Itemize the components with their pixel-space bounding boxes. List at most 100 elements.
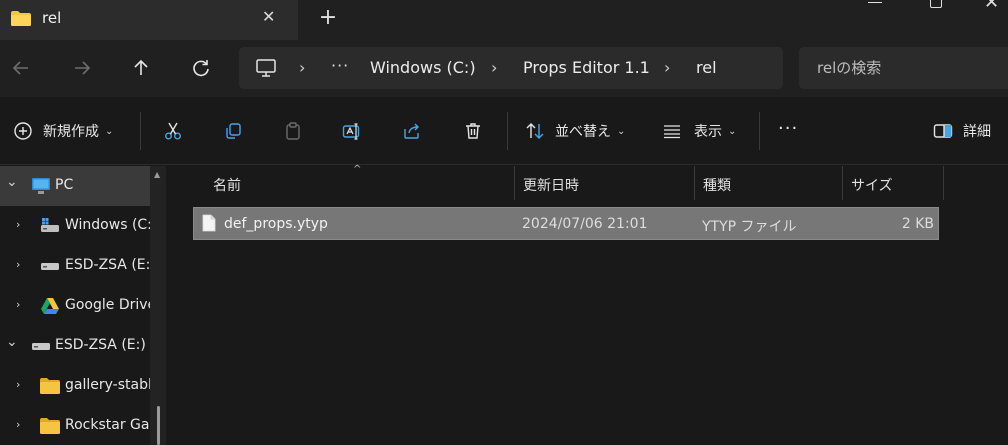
command-bar: 新規作成 ⌄ 並べ替え ⌄ 表示 ⌄ ··· 詳細 (0, 97, 1008, 165)
refresh-button[interactable] (186, 53, 216, 83)
sidebar-item-label: ESD-ZSA (E:) (65, 257, 150, 273)
chevron-right-icon[interactable]: › (16, 258, 20, 271)
scrollbar-thumb[interactable] (157, 406, 160, 445)
folder-icon (40, 418, 60, 434)
breadcrumb-props-editor[interactable]: Props Editor 1.1 (523, 58, 650, 77)
chevron-right-icon[interactable]: › (16, 378, 20, 391)
new-tab-button[interactable]: + (316, 5, 340, 30)
sidebar-item-rockstar-games[interactable]: › Rockstar Games (0, 406, 150, 445)
up-button[interactable] (126, 53, 156, 83)
sidebar-item-label: ESD-ZSA (E:) (55, 337, 146, 353)
navigation-bar: › ··· Windows (C:) › Props Editor 1.1 › … (0, 40, 1008, 97)
share-icon (404, 123, 419, 139)
search-input[interactable] (817, 58, 997, 78)
divider (507, 112, 508, 150)
column-header-name[interactable]: 名前 (186, 166, 514, 200)
copy-button[interactable] (223, 119, 243, 143)
arrow-left-icon (12, 61, 28, 75)
arrow-up-icon (134, 59, 148, 75)
file-icon (202, 214, 216, 232)
drive-icon (41, 263, 59, 270)
refresh-icon (193, 60, 209, 77)
folder-icon (11, 11, 31, 26)
breadcrumb-overflow-button[interactable]: ··· (331, 56, 349, 75)
folder-icon (40, 378, 60, 394)
file-name: def_props.ytyp (224, 216, 328, 232)
scissors-icon (165, 122, 181, 140)
divider (759, 112, 760, 150)
breadcrumb-windows-c[interactable]: Windows (C:) (370, 58, 476, 77)
column-header-modified[interactable]: 更新日時 (515, 166, 694, 200)
list-view-icon (664, 125, 680, 139)
file-modified: 2024/07/06 21:01 (522, 216, 648, 232)
file-list: ^ 名前 更新日時 種類 サイズ def_props.ytyp 2024/07/… (166, 164, 1008, 445)
new-label: 新規作成 (43, 124, 99, 140)
paste-button[interactable] (283, 119, 303, 143)
scroll-up-icon[interactable]: ▲ (154, 170, 160, 179)
sort-icon (526, 123, 544, 139)
sidebar-item-gallery-stable[interactable]: › gallery-stable (0, 366, 150, 406)
delete-button[interactable] (463, 119, 483, 143)
file-size: 2 KB (901, 216, 934, 232)
divider (140, 112, 141, 150)
forward-button[interactable] (67, 53, 97, 83)
rename-icon (342, 123, 360, 140)
tab-title: rel (42, 9, 62, 27)
column-header-size[interactable]: サイズ (843, 166, 943, 200)
column-header-type[interactable]: 種類 (695, 166, 842, 200)
file-type: YTYP ファイル (702, 219, 797, 235)
sidebar-item-label: gallery-stable (65, 377, 150, 393)
arrow-right-icon (75, 61, 91, 75)
close-tab-icon[interactable]: ✕ (262, 7, 275, 26)
navigation-pane: ⌄ PC › Windows (C:) › ESD-ZSA (E:) › Goo… (0, 166, 150, 445)
details-label: 詳細 (963, 124, 991, 140)
collapse-icon[interactable]: ⌄ (6, 334, 18, 350)
rename-button[interactable] (342, 119, 362, 143)
sidebar-item-label: PC (55, 177, 74, 193)
sort-label: 並べ替え (555, 124, 611, 140)
monitor-icon (256, 59, 276, 77)
new-button[interactable]: 新規作成 ⌄ (13, 119, 113, 143)
chevron-right-icon[interactable]: › (16, 298, 20, 311)
breadcrumb-separator[interactable]: › (664, 58, 670, 77)
breadcrumb-rel[interactable]: rel (696, 58, 717, 77)
sort-button[interactable]: 並べ替え ⌄ (525, 119, 625, 143)
column-modified-label: 更新日時 (523, 178, 579, 194)
view-label: 表示 (694, 124, 722, 140)
cut-button[interactable] (163, 119, 183, 143)
maximize-button[interactable] (930, 0, 942, 8)
column-size-label: サイズ (851, 178, 893, 194)
sidebar-item-windows-c[interactable]: › Windows (C:) (0, 206, 150, 246)
drive-icon (32, 343, 50, 350)
sidebar-item-esd-zsa-e-root[interactable]: ⌄ ESD-ZSA (E:) (0, 326, 150, 366)
close-window-button[interactable]: ✕ (984, 0, 999, 13)
sidebar-item-esd-zsa-e[interactable]: › ESD-ZSA (E:) (0, 246, 150, 286)
chevron-right-icon[interactable]: › (16, 418, 20, 431)
minimize-button[interactable] (868, 2, 882, 3)
view-button[interactable]: 表示 ⌄ (662, 119, 736, 143)
table-row[interactable]: def_props.ytyp 2024/07/06 21:01 YTYP ファイ… (193, 207, 939, 240)
more-options-button[interactable]: ··· (778, 116, 798, 140)
system-drive-icon (41, 218, 59, 232)
address-bar[interactable]: › ··· Windows (C:) › Props Editor 1.1 › … (239, 47, 783, 89)
tab-rel[interactable]: rel ✕ (0, 0, 298, 40)
breadcrumb-separator[interactable]: › (491, 58, 497, 77)
sidebar-scrollbar[interactable]: ▲ (150, 166, 166, 445)
share-button[interactable] (402, 119, 422, 143)
monitor-icon (32, 178, 50, 194)
back-button[interactable] (6, 53, 36, 83)
search-box[interactable] (799, 47, 1008, 89)
title-bar: rel ✕ + ✕ (0, 0, 1008, 40)
details-pane-icon (933, 124, 953, 138)
trash-icon (466, 123, 480, 139)
sidebar-item-google-drive[interactable]: › Google Drive (0, 286, 150, 326)
breadcrumb-separator[interactable]: › (299, 58, 305, 77)
clipboard-icon (286, 122, 300, 140)
collapse-icon[interactable]: ⌄ (6, 174, 18, 190)
chevron-right-icon[interactable]: › (16, 218, 20, 231)
details-pane-button[interactable]: 詳細 (933, 119, 991, 143)
sidebar-item-pc[interactable]: ⌄ PC (0, 166, 150, 206)
chevron-down-icon: ⌄ (617, 125, 626, 137)
sidebar-item-label: Rockstar Games (65, 417, 150, 433)
column-resize-handle[interactable] (943, 166, 944, 200)
